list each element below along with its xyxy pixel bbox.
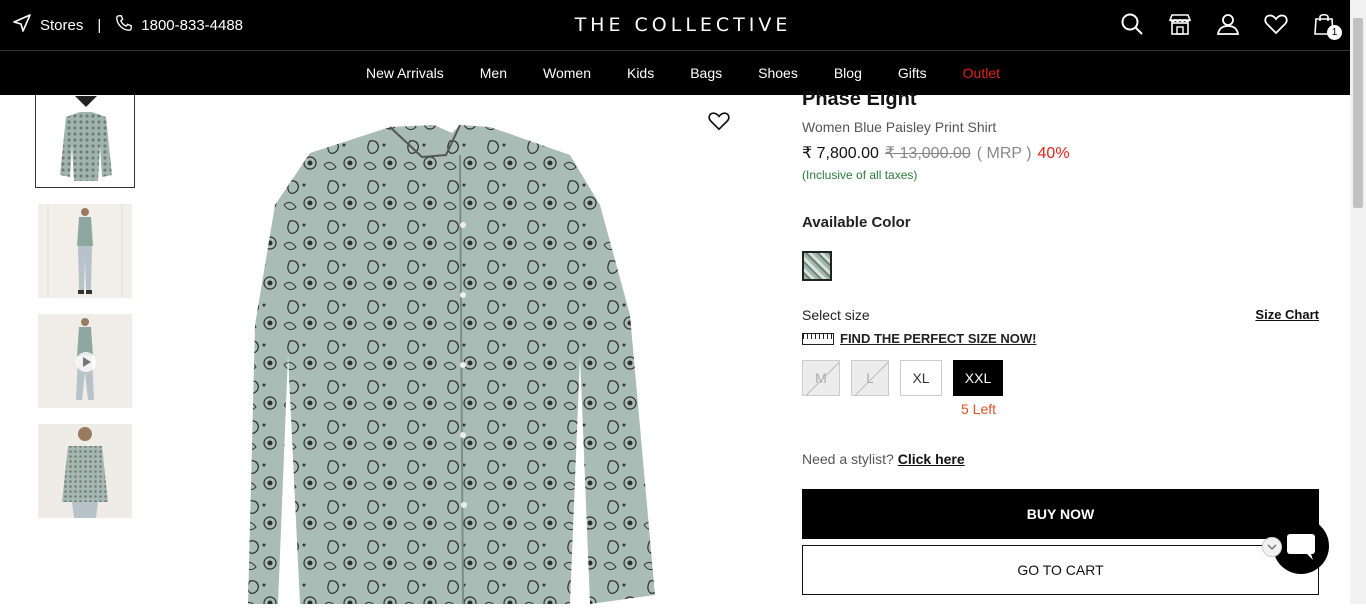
nav-item-blog[interactable]: Blog <box>834 65 862 81</box>
search-icon[interactable] <box>1120 12 1144 36</box>
available-color-label: Available Color <box>802 214 911 231</box>
top-icons: 1 <box>1120 12 1342 40</box>
chat-close-icon[interactable] <box>1262 537 1282 557</box>
thumbnail-strip <box>35 95 135 534</box>
nav-item-outlet[interactable]: Outlet <box>963 65 1000 81</box>
play-icon <box>76 352 96 372</box>
thumb-closeup-image <box>38 424 132 518</box>
nav-item-men[interactable]: Men <box>480 65 507 81</box>
stylist-link[interactable]: Click here <box>898 451 965 467</box>
main-product-image[interactable] <box>160 95 745 605</box>
cart-icon[interactable]: 1 <box>1312 12 1342 40</box>
size-option-xxl[interactable]: XXL <box>953 360 1003 396</box>
thumbnail-4[interactable] <box>38 424 132 518</box>
nav-item-bags[interactable]: Bags <box>690 65 722 81</box>
size-header: Select size Size Chart <box>802 307 1319 323</box>
size-option-m[interactable]: M <box>802 360 840 396</box>
find-perfect-size-link[interactable]: FIND THE PERFECT SIZE NOW! <box>802 331 1319 346</box>
mrp-label: ( MRP ) <box>976 145 1032 162</box>
size-option-l[interactable]: L <box>851 360 889 396</box>
product-brand: Phase Eight <box>802 88 917 110</box>
sale-price: ₹ 7,800.00 <box>802 145 879 162</box>
scrollbar-thumb[interactable] <box>1353 18 1363 208</box>
thumb-model-image <box>38 204 132 298</box>
thumbnail-1[interactable] <box>35 95 135 188</box>
size-option-xl[interactable]: XL <box>900 360 942 396</box>
nav-item-new-arrivals[interactable]: New Arrivals <box>366 65 444 81</box>
cart-count-badge: 1 <box>1327 25 1342 40</box>
thumb-shirt-image <box>60 112 112 181</box>
stock-note: 5 Left <box>961 401 997 417</box>
store-icon[interactable] <box>1168 12 1192 36</box>
page-scrollbar[interactable] <box>1350 0 1366 604</box>
ruler-icon <box>802 332 834 345</box>
active-thumb-indicator <box>75 96 97 107</box>
product-info-panel: Phase Eight Women Blue Paisley Print Shi… <box>802 88 1319 595</box>
mrp-price: ₹ 13,000.00 <box>884 145 971 162</box>
stylist-text: Need a stylist? <box>802 451 894 467</box>
user-icon[interactable] <box>1216 12 1240 36</box>
select-size-label: Select size <box>802 307 870 323</box>
go-to-cart-button[interactable]: GO TO CART <box>802 545 1319 595</box>
nav-item-kids[interactable]: Kids <box>627 65 654 81</box>
thumbnail-2[interactable] <box>38 204 132 298</box>
wishlist-icon[interactable] <box>1264 12 1288 36</box>
price-row: ₹ 7,800.00 ₹ 13,000.00 ( MRP ) 40% <box>802 143 1319 163</box>
product-name: Women Blue Paisley Print Shirt <box>802 119 997 135</box>
color-swatch[interactable] <box>802 251 832 281</box>
buy-now-button[interactable]: BUY NOW <box>802 489 1319 539</box>
size-chart-link[interactable]: Size Chart <box>1255 307 1319 323</box>
thumbnail-3-video[interactable] <box>38 314 132 408</box>
shirt-image <box>248 124 655 605</box>
top-bar: Stores | 1800-833-4488 THE COLLECTIVE 1 <box>0 0 1366 50</box>
stylist-row: Need a stylist? Click here <box>802 451 1319 467</box>
tax-note: (Inclusive of all taxes) <box>802 168 918 182</box>
discount-percent: 40% <box>1037 145 1070 162</box>
nav-item-shoes[interactable]: Shoes <box>758 65 798 81</box>
find-size-label: FIND THE PERFECT SIZE NOW! <box>840 331 1037 346</box>
nav-item-women[interactable]: Women <box>543 65 591 81</box>
size-options: M L XL XXL <box>802 360 1319 396</box>
add-to-wishlist-heart-icon[interactable] <box>708 110 730 132</box>
nav-item-gifts[interactable]: Gifts <box>898 65 927 81</box>
